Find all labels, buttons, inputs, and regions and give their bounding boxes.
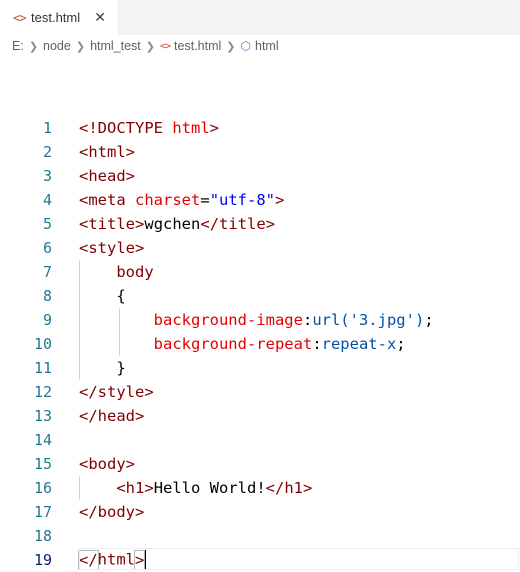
line-number: 10 [33, 335, 52, 353]
code-line: 18 [0, 524, 520, 548]
element-cube-icon: ⬡ [240, 39, 251, 53]
code-line: 10 background-repeat:repeat-x; [0, 332, 520, 356]
breadcrumb: E: ❯ node ❯ html_test ❯ <> test.html ❯ ⬡… [0, 35, 520, 57]
line-number: 4 [42, 191, 52, 209]
line-number: 14 [33, 431, 52, 449]
code-line: 7 body [0, 260, 520, 284]
tab-test-html[interactable]: <> test.html ✕ [0, 0, 119, 35]
code-line: 14 [0, 428, 520, 452]
code-line: 2 <html> [0, 140, 520, 164]
html-file-icon: <> [13, 10, 26, 25]
chevron-right-icon: ❯ [75, 40, 86, 53]
code-line: 6 <style> [0, 236, 520, 260]
close-icon[interactable]: ✕ [94, 9, 106, 26]
line-number: 17 [33, 503, 52, 521]
breadcrumb-node[interactable]: node [43, 39, 71, 53]
line-number: 13 [33, 407, 52, 425]
line-number: 16 [33, 479, 52, 497]
line-number: 18 [33, 527, 52, 545]
chevron-right-icon: ❯ [226, 40, 236, 53]
code-line: 13 </head> [0, 404, 520, 428]
code-line: 4 <meta charset="utf-8"> [0, 188, 520, 212]
line-number: 3 [42, 167, 52, 185]
breadcrumb-element[interactable]: html [255, 39, 279, 53]
line-number: 15 [33, 455, 52, 473]
breadcrumb-drive[interactable]: E: [12, 39, 24, 53]
line-number: 8 [42, 287, 52, 305]
line-number: 12 [33, 383, 52, 401]
code-line: 1 <!DOCTYPE html> [0, 116, 520, 140]
line-number: 5 [42, 215, 52, 233]
line-number: 2 [42, 143, 52, 161]
code-line: 3 <head> [0, 164, 520, 188]
html-file-icon: <> [160, 40, 171, 52]
line-number: 11 [33, 359, 52, 377]
tab-bar: <> test.html ✕ [0, 0, 520, 35]
line-number: 7 [42, 263, 52, 281]
code-line: 11 } [0, 356, 520, 380]
tab-label: test.html [31, 10, 81, 25]
code-line: 12 </style> [0, 380, 520, 404]
line-number: 9 [42, 311, 52, 329]
line-number: 19 [33, 551, 52, 569]
code-line: 15 <body> [0, 452, 520, 476]
code-line: 9 background-image:url('3.jpg'); [0, 308, 520, 332]
code-editor[interactable]: 1 <!DOCTYPE html> 2 <html> 3 <head> 4 <m… [0, 57, 520, 570]
breadcrumb-file[interactable]: test.html [174, 39, 221, 53]
code-line: 17 </body> [0, 500, 520, 524]
code-line-current: 19 </html> [0, 548, 520, 572]
chevron-right-icon: ❯ [28, 40, 39, 53]
line-number: 6 [42, 239, 52, 257]
current-line-highlight [79, 548, 519, 570]
breadcrumb-html-test[interactable]: html_test [90, 39, 141, 53]
code-line: 16 <h1>Hello World!</h1> [0, 476, 520, 500]
chevron-right-icon: ❯ [145, 40, 155, 53]
line-number: 1 [42, 119, 52, 137]
code-line: 5 <title>wgchen</title> [0, 212, 520, 236]
code-line: 8 { [0, 284, 520, 308]
